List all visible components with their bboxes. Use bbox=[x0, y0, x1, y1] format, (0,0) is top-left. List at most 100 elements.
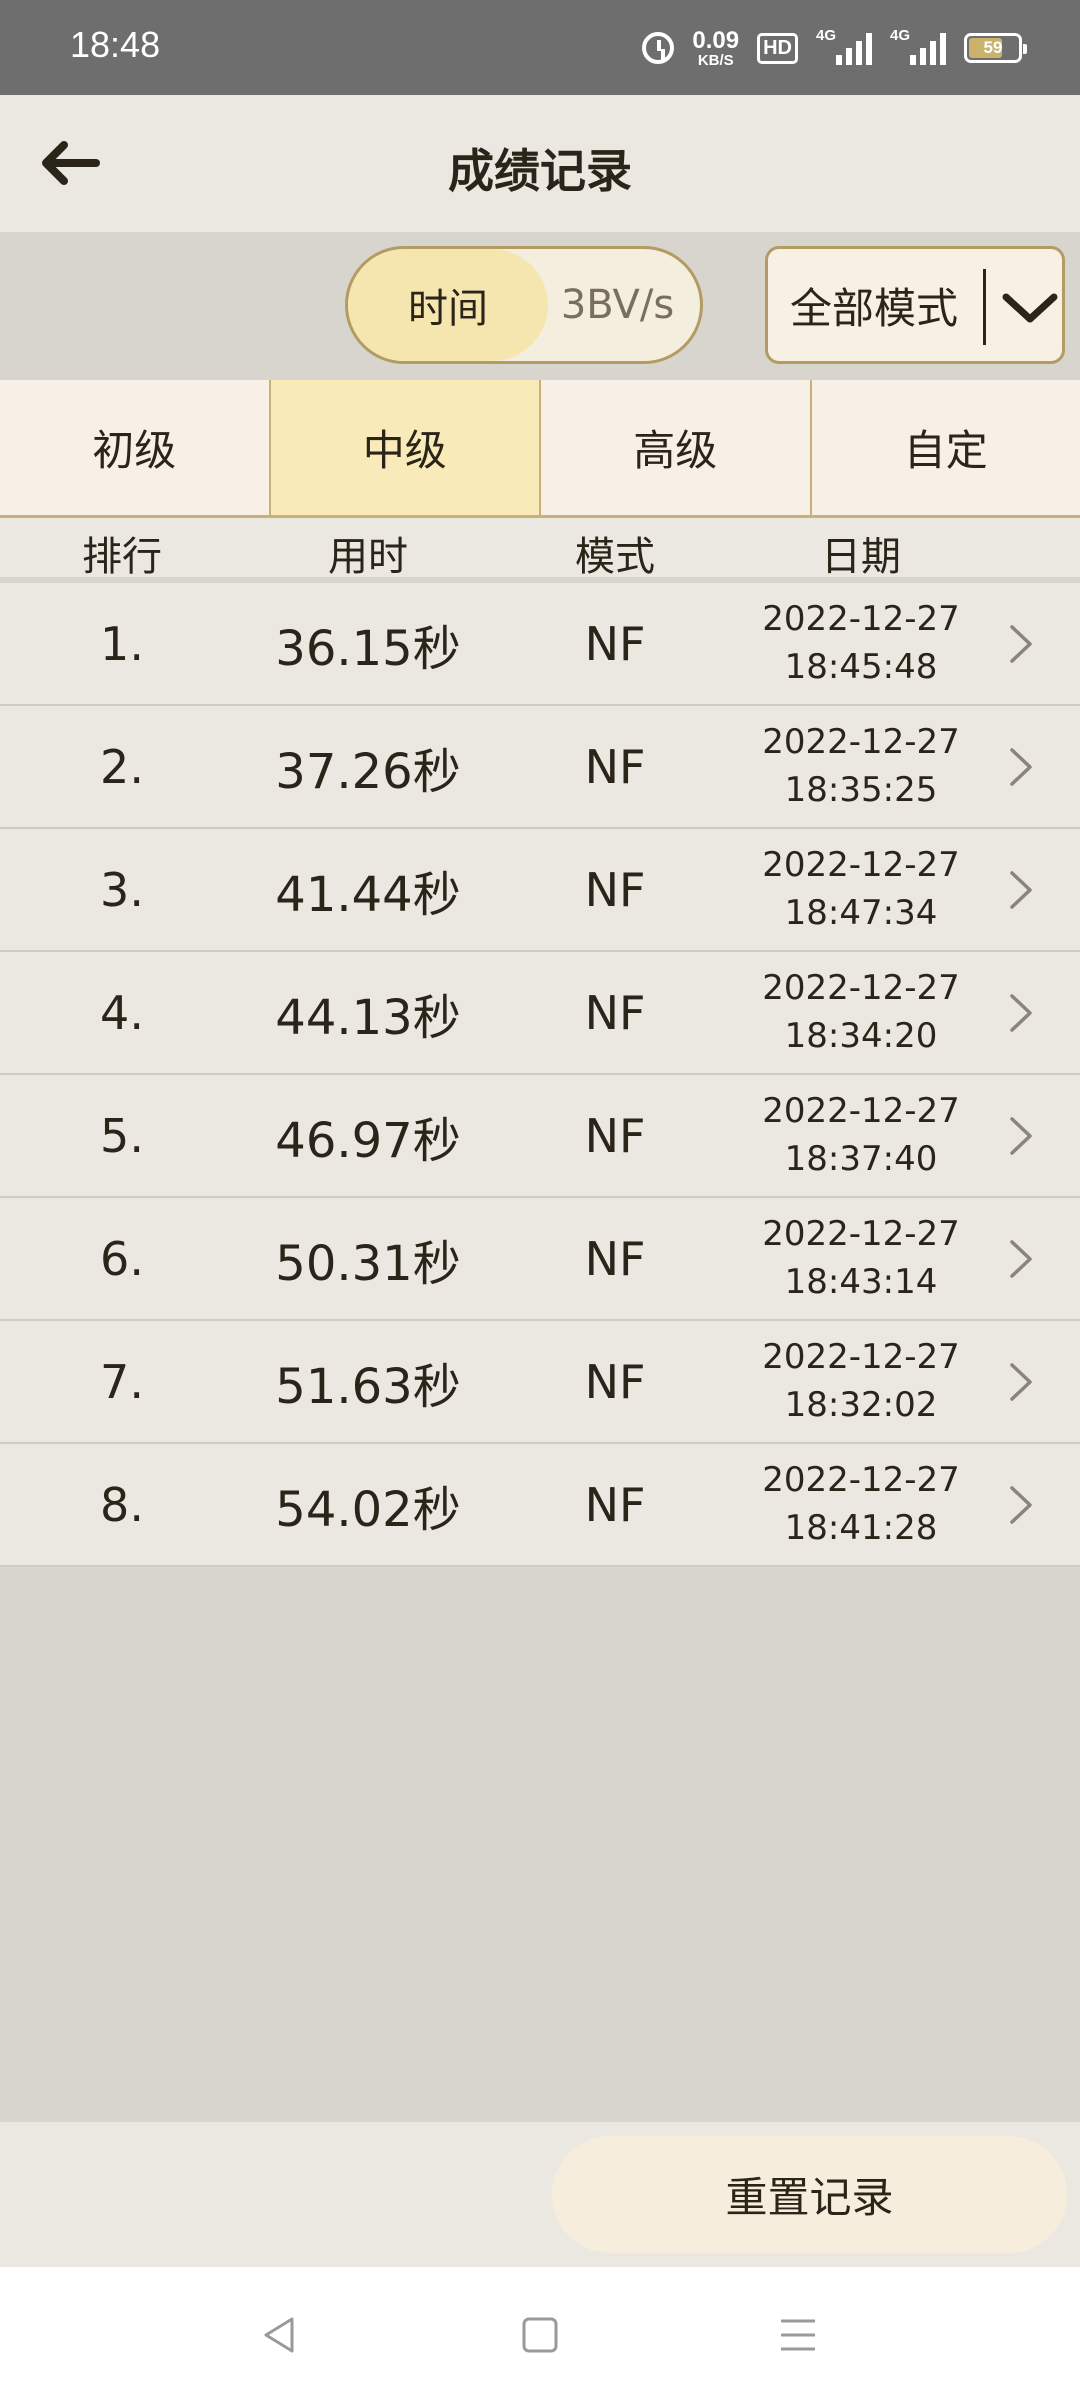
row-date: 2022-12-27 bbox=[762, 721, 960, 762]
row-rank: 3. bbox=[100, 862, 144, 917]
chevron-down-icon bbox=[1002, 293, 1058, 323]
table-row[interactable]: 6. 50.31秒 NF 2022-12-27 18:43:14 bbox=[0, 1198, 1080, 1321]
page-title: 成绩记录 bbox=[448, 144, 632, 198]
row-time: 37.26秒 bbox=[275, 743, 461, 800]
row-clock: 18:41:28 bbox=[784, 1507, 938, 1548]
row-clock: 18:45:48 bbox=[784, 646, 938, 687]
level-tabs: 初级 中级 高级 自定 bbox=[0, 380, 1080, 518]
row-clock: 18:34:20 bbox=[784, 1015, 938, 1056]
row-clock: 18:37:40 bbox=[784, 1138, 938, 1179]
table-row[interactable]: 7. 51.63秒 NF 2022-12-27 18:32:02 bbox=[0, 1321, 1080, 1444]
sim1-label: 4G bbox=[816, 27, 837, 44]
row-datetime: 2022-12-27 18:35:25 bbox=[762, 706, 960, 827]
table-row[interactable]: 2. 37.26秒 NF 2022-12-27 18:35:25 bbox=[0, 706, 1080, 829]
mode-dropdown[interactable]: 全部模式 bbox=[765, 246, 1065, 364]
network-speed-unit: KB/S bbox=[697, 51, 734, 69]
row-mode: NF bbox=[584, 739, 646, 794]
column-header-date: 日期 bbox=[821, 534, 901, 580]
row-datetime: 2022-12-27 18:41:28 bbox=[762, 1444, 960, 1565]
tab-custom[interactable]: 自定 bbox=[812, 380, 1080, 515]
row-date: 2022-12-27 bbox=[762, 1213, 960, 1254]
chevron-right-icon bbox=[1010, 1117, 1032, 1155]
row-clock: 18:47:34 bbox=[784, 892, 938, 933]
row-mode: NF bbox=[584, 616, 646, 671]
row-datetime: 2022-12-27 18:37:40 bbox=[762, 1075, 960, 1196]
row-time: 36.15秒 bbox=[275, 620, 461, 677]
chevron-right-icon bbox=[1010, 625, 1032, 663]
signal-icon: 4G bbox=[816, 27, 872, 65]
hd-icon: HD bbox=[757, 32, 798, 64]
tab-beginner[interactable]: 初级 bbox=[0, 380, 271, 515]
home-square-icon bbox=[522, 2317, 558, 2353]
row-time: 41.44秒 bbox=[275, 866, 461, 923]
row-rank: 8. bbox=[100, 1477, 144, 1532]
row-rank: 1. bbox=[100, 616, 144, 671]
battery-percent: 59 bbox=[983, 38, 1003, 57]
row-mode: NF bbox=[584, 1354, 646, 1409]
row-clock: 18:32:02 bbox=[784, 1384, 938, 1425]
row-date: 2022-12-27 bbox=[762, 844, 960, 885]
sort-option-3bvs[interactable]: 3BV/s bbox=[535, 249, 700, 361]
row-time: 50.31秒 bbox=[275, 1235, 461, 1292]
status-time: 18:48 bbox=[70, 24, 161, 65]
table-row[interactable]: 4. 44.13秒 NF 2022-12-27 18:34:20 bbox=[0, 952, 1080, 1075]
row-time: 54.02秒 bbox=[275, 1481, 461, 1538]
reset-records-button[interactable]: 重置记录 bbox=[552, 2136, 1067, 2253]
row-date: 2022-12-27 bbox=[762, 967, 960, 1008]
sort-option-time[interactable]: 时间 bbox=[348, 249, 548, 361]
sort-toggle[interactable]: 时间 3BV/s bbox=[345, 246, 703, 364]
alarm-icon bbox=[642, 32, 675, 64]
chevron-right-icon bbox=[1010, 748, 1032, 786]
row-date: 2022-12-27 bbox=[762, 598, 960, 639]
bottom-action-bar: 重置记录 bbox=[0, 2122, 1080, 2267]
column-header-mode: 模式 bbox=[575, 534, 655, 580]
chevron-right-icon bbox=[1010, 1240, 1032, 1278]
mode-dropdown-divider bbox=[983, 269, 986, 345]
network-speed-value: 0.09 bbox=[692, 26, 740, 54]
records-list: 1. 36.15秒 NF 2022-12-27 18:45:48 2. 37.2… bbox=[0, 583, 1080, 1567]
nav-home-button[interactable] bbox=[500, 2295, 580, 2375]
row-time: 46.97秒 bbox=[275, 1112, 461, 1169]
tab-intermediate[interactable]: 中级 bbox=[270, 380, 541, 515]
status-bar: 18:48 0.09 KB/S HD 4G 4G 59 bbox=[0, 0, 1080, 95]
signal-icon: 4G bbox=[890, 27, 946, 65]
row-rank: 4. bbox=[100, 985, 144, 1040]
system-nav-bar bbox=[0, 2267, 1080, 2400]
row-rank: 2. bbox=[100, 739, 144, 794]
status-icons: 0.09 KB/S HD 4G 4G 59 bbox=[642, 22, 1027, 74]
row-datetime: 2022-12-27 18:34:20 bbox=[762, 952, 960, 1073]
row-mode: NF bbox=[584, 1477, 646, 1532]
battery-icon: 59 bbox=[964, 33, 1027, 63]
row-time: 51.63秒 bbox=[275, 1358, 461, 1415]
chevron-right-icon bbox=[1010, 1486, 1032, 1524]
row-mode: NF bbox=[584, 1108, 646, 1163]
column-header-time: 用时 bbox=[328, 534, 408, 580]
table-row[interactable]: 8. 54.02秒 NF 2022-12-27 18:41:28 bbox=[0, 1444, 1080, 1567]
tab-expert[interactable]: 高级 bbox=[541, 380, 812, 515]
row-rank: 7. bbox=[100, 1354, 144, 1409]
row-datetime: 2022-12-27 18:47:34 bbox=[762, 829, 960, 950]
row-rank: 5. bbox=[100, 1108, 144, 1163]
row-mode: NF bbox=[584, 862, 646, 917]
sim2-label: 4G bbox=[890, 27, 911, 44]
menu-lines-icon bbox=[781, 2319, 815, 2351]
table-row[interactable]: 1. 36.15秒 NF 2022-12-27 18:45:48 bbox=[0, 583, 1080, 706]
row-mode: NF bbox=[584, 1231, 646, 1286]
back-triangle-icon bbox=[264, 2317, 294, 2353]
table-header: 排行 用时 模式 日期 bbox=[0, 518, 1080, 580]
row-date: 2022-12-27 bbox=[762, 1336, 960, 1377]
nav-menu-button[interactable] bbox=[758, 2295, 838, 2375]
app-bar: 成绩记录 bbox=[0, 95, 1080, 232]
table-row[interactable]: 3. 41.44秒 NF 2022-12-27 18:47:34 bbox=[0, 829, 1080, 952]
row-mode: NF bbox=[584, 985, 646, 1040]
row-datetime: 2022-12-27 18:32:02 bbox=[762, 1321, 960, 1442]
chevron-right-icon bbox=[1010, 1363, 1032, 1401]
network-speed: 0.09 KB/S bbox=[692, 26, 740, 69]
row-clock: 18:35:25 bbox=[784, 769, 938, 810]
row-time: 44.13秒 bbox=[275, 989, 461, 1046]
chevron-right-icon bbox=[1010, 871, 1032, 909]
row-date: 2022-12-27 bbox=[762, 1459, 960, 1500]
nav-back-button[interactable] bbox=[240, 2295, 320, 2375]
mode-dropdown-value: 全部模式 bbox=[790, 283, 959, 333]
table-row[interactable]: 5. 46.97秒 NF 2022-12-27 18:37:40 bbox=[0, 1075, 1080, 1198]
